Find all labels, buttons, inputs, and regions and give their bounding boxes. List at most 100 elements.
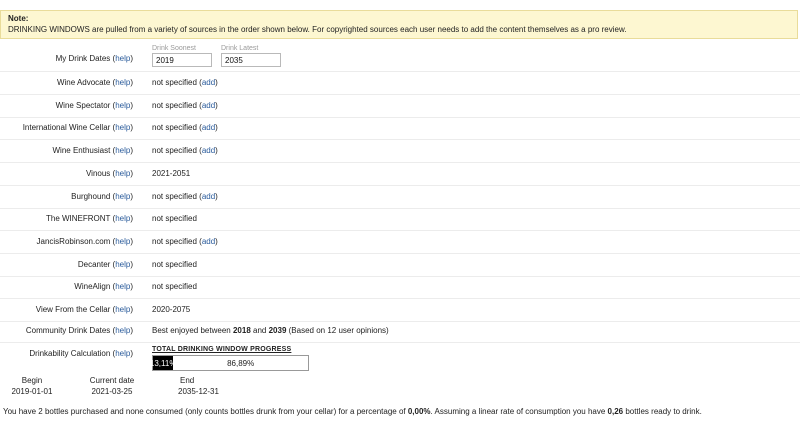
drink-latest-caption: Drink Latest (221, 45, 259, 52)
help-link[interactable]: help (115, 123, 130, 132)
community-end-year: 2039 (268, 326, 287, 335)
drink-latest-input[interactable] (221, 53, 281, 67)
end-label: End (180, 376, 195, 385)
add-link[interactable]: add (202, 78, 215, 87)
source-row: JancisRobinson.com (help) not specified (… (0, 231, 800, 254)
help-link[interactable]: help (115, 237, 130, 246)
source-row: Burghound (help) not specified (add) (0, 186, 800, 209)
help-link[interactable]: help (115, 214, 130, 223)
source-label: Wine Enthusiast (52, 146, 111, 156)
add-link[interactable]: add (202, 237, 215, 246)
source-value-text: not specified (152, 214, 197, 224)
summary-part1: You have 2 bottles purchased and none co… (3, 407, 406, 416)
row-label: Decanter (help) (77, 259, 133, 269)
community-drink-dates-label: Community Drink Dates (25, 326, 111, 335)
drinkability-row: Drinkability Calculation (help) (0, 343, 800, 365)
source-row: Wine Advocate (help) not specified (add) (0, 72, 800, 95)
source-row: Vinous (help) 2021-2051 (0, 163, 800, 186)
row-label: The WINEFRONT (help) (46, 214, 133, 224)
community-suffix: (Based on 12 user opinions) (288, 326, 389, 335)
help-link[interactable]: help (115, 326, 130, 335)
source-label: JancisRobinson.com (36, 236, 111, 246)
drink-soonest-group: Drink Soonest (152, 45, 212, 67)
add-link[interactable]: add (202, 101, 215, 110)
help-link[interactable]: help (115, 78, 130, 87)
row-label: Burghound (help) (71, 191, 133, 201)
community-start-year: 2018 (232, 326, 251, 335)
source-row: Decanter (help) not specified (0, 254, 800, 277)
source-label: Decanter (77, 259, 111, 269)
source-label: Vinous (85, 168, 111, 178)
source-value-text: not specified (152, 191, 197, 201)
end-date-block: End 2035-12-31 (178, 375, 222, 397)
row-label: Wine Advocate (help) (56, 78, 133, 87)
row-label: Wine Enthusiast (help) (52, 146, 134, 156)
source-value-text: not specified (152, 123, 197, 133)
source-value: not specified (add) (152, 236, 218, 246)
help-link[interactable]: help (115, 146, 130, 155)
note-text: DRINKING WINDOWS are pulled from a varie… (8, 25, 627, 34)
source-value-text: 2021-2051 (152, 168, 191, 178)
source-value: not specified (add) (152, 123, 218, 133)
row-label: Wine Spectator (help) (55, 100, 133, 110)
source-label: Burghound (71, 191, 111, 201)
source-label: View From the Cellar (35, 305, 111, 314)
help-link[interactable]: help (115, 192, 130, 201)
row-label: WineAlign (help) (74, 282, 133, 292)
current-date: 2021-03-25 (91, 387, 133, 396)
help-link[interactable]: help (115, 169, 130, 178)
source-row: Wine Spectator (help) not specified (add) (0, 95, 800, 118)
source-label: WineAlign (74, 282, 111, 292)
help-link[interactable]: help (115, 349, 130, 358)
row-label: My Drink Dates (help) (55, 54, 133, 63)
community-middle: and (253, 326, 267, 335)
my-drink-dates-label: My Drink Dates (55, 54, 111, 63)
source-value-text: not specified (152, 236, 197, 246)
row-label: International Wine Cellar (help) (22, 123, 133, 133)
source-value: not specified (add) (152, 100, 218, 110)
row-label: Vinous (help) (85, 168, 133, 178)
add-link[interactable]: add (202, 192, 215, 201)
row-label: View From the Cellar (help) (35, 305, 133, 314)
source-row: International Wine Cellar (help) not spec… (0, 117, 800, 141)
summary-percentage: 0,00% (407, 407, 431, 416)
end-date: 2035-12-31 (178, 387, 219, 396)
source-value: not specified (152, 254, 197, 276)
note-title: Note: (8, 14, 29, 23)
source-label: Wine Advocate (56, 78, 111, 87)
source-label: Wine Spectator (55, 100, 111, 110)
row-label: Community Drink Dates (help) (25, 326, 133, 335)
progress-title: TOTAL DRINKING WINDOW PROGRESS (152, 346, 292, 353)
source-row: View From the Cellar (help) 2020-2075 (0, 299, 800, 322)
drinking-window-progress-bar: 13,11% 86,89% (150, 355, 309, 371)
summary-part2: . Assuming a linear rate of consumption … (430, 407, 606, 416)
progress-done: 13,11% (150, 356, 176, 370)
add-link[interactable]: add (202, 123, 215, 132)
source-value-text: not specified (152, 146, 197, 156)
begin-date: 2019-01-01 (11, 387, 53, 396)
help-link[interactable]: help (115, 305, 130, 314)
source-value: not specified (add) (152, 146, 218, 156)
community-drink-dates-row: Community Drink Dates (help) Best enjoye… (0, 320, 800, 343)
source-value: 2020-2075 (152, 299, 190, 321)
note-banner: Note: DRINKING WINDOWS are pulled from a… (0, 10, 798, 39)
help-link[interactable]: help (115, 54, 130, 63)
add-link[interactable]: add (202, 146, 215, 155)
help-link[interactable]: help (115, 101, 130, 110)
source-value-text: not specified (152, 259, 197, 269)
row-label: Drinkability Calculation (help) (29, 349, 133, 358)
help-link[interactable]: help (115, 260, 130, 269)
my-drink-dates-row: My Drink Dates (help) Drink Soonest Drin… (0, 45, 800, 72)
source-value-text: 2020-2075 (152, 305, 191, 314)
community-drink-dates-value: Best enjoyed between 2018 and 2039 (Base… (152, 320, 389, 342)
source-value: not specified (152, 208, 197, 230)
source-value-text: not specified (152, 78, 197, 87)
help-link[interactable]: help (115, 282, 130, 291)
drink-soonest-input[interactable] (152, 53, 212, 67)
source-value-text: not specified (152, 282, 197, 292)
drinkability-label: Drinkability Calculation (29, 349, 111, 358)
source-row: Wine Enthusiast (help) not specified (add… (0, 140, 800, 164)
source-value: not specified (152, 276, 197, 298)
begin-label: Begin (21, 376, 43, 385)
source-value: not specified (add) (152, 191, 218, 201)
